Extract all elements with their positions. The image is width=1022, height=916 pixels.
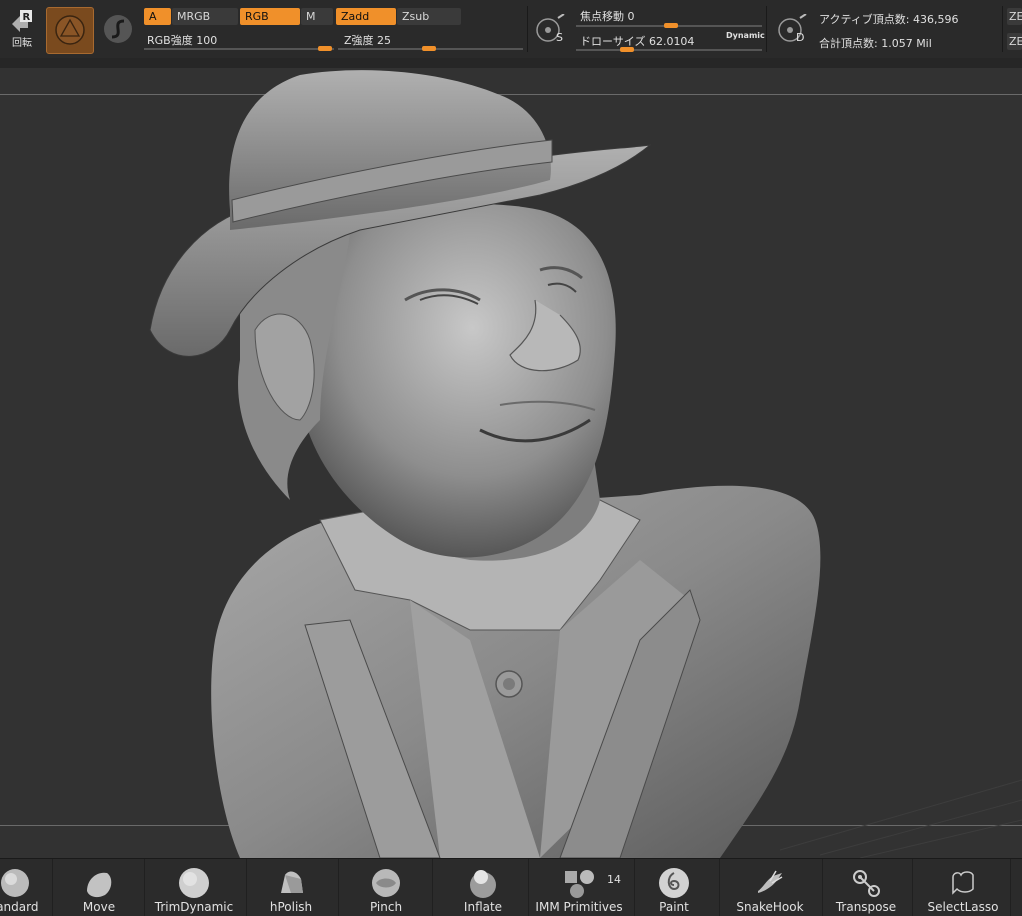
tool-label: Paint bbox=[659, 900, 689, 914]
draw-size-slider[interactable]: ドローサイズ 62.0104 Dynamic bbox=[576, 31, 765, 53]
dynamic-toggle[interactable]: Dynamic bbox=[726, 31, 765, 40]
selectlasso-icon bbox=[952, 871, 974, 895]
z-intensity-knob[interactable] bbox=[422, 46, 436, 51]
tool-transpose[interactable]: Transpose bbox=[828, 859, 904, 916]
transpose-icon bbox=[853, 870, 880, 897]
stroke-type-button[interactable] bbox=[100, 11, 136, 47]
tool-label: IMM Primitives bbox=[535, 900, 623, 914]
standard-brush-icon bbox=[1, 869, 29, 897]
stroke-icon bbox=[104, 15, 132, 43]
tool-label: SnakeHook bbox=[736, 900, 804, 914]
move-brush-icon bbox=[87, 872, 112, 898]
focal-shift-slider[interactable]: 焦点移動 0 bbox=[576, 7, 762, 29]
imm-count-badge: 14 bbox=[607, 873, 621, 886]
snakehook-brush-icon bbox=[758, 870, 783, 893]
rgb-intensity-track bbox=[144, 48, 334, 50]
focal-shift-knob[interactable] bbox=[664, 23, 678, 28]
mrgb-toggle[interactable]: MRGB bbox=[172, 8, 238, 25]
tool-label: SelectLasso bbox=[927, 900, 999, 914]
brush-preview-icon bbox=[55, 15, 85, 45]
m-toggle[interactable]: M bbox=[301, 8, 333, 25]
a-toggle[interactable]: A bbox=[144, 8, 171, 25]
divider bbox=[766, 6, 767, 52]
divider bbox=[527, 6, 528, 52]
tool-standard[interactable]: tandard bbox=[0, 859, 50, 916]
zadd-toggle[interactable]: Zadd bbox=[336, 8, 396, 25]
s-key-label: S bbox=[556, 31, 563, 44]
trimdynamic-brush-icon bbox=[179, 868, 209, 898]
canvas-viewport[interactable] bbox=[0, 68, 1022, 858]
tool-label: tandard bbox=[0, 900, 39, 914]
lightbox-s-button[interactable]: S bbox=[532, 13, 568, 46]
lightbox-d-button[interactable]: D bbox=[774, 13, 810, 46]
focal-shift-label: 焦点移動 0 bbox=[580, 10, 635, 23]
toolbar-shelf bbox=[0, 58, 1022, 68]
rgb-toggle[interactable]: RGB bbox=[240, 8, 300, 25]
rotate-icon: R bbox=[12, 10, 32, 32]
tool-selectlasso[interactable]: SelectLasso bbox=[920, 859, 1006, 916]
ze-button-1[interactable]: ZE bbox=[1007, 8, 1022, 25]
pinch-brush-icon bbox=[372, 869, 400, 897]
svg-text:R: R bbox=[23, 12, 31, 23]
ze-button-2[interactable]: ZE bbox=[1007, 33, 1022, 50]
tool-inflate[interactable]: Inflate bbox=[447, 859, 519, 916]
paint-brush-icon bbox=[659, 868, 689, 898]
sculpt-bust-model[interactable] bbox=[0, 68, 1022, 858]
imm-primitives-icon bbox=[565, 870, 594, 898]
tool-label: hPolish bbox=[269, 900, 313, 914]
tool-hpolish[interactable]: hPolish bbox=[255, 859, 327, 916]
total-points-readout: 合計頂点数: 1.057 Mil bbox=[819, 37, 932, 50]
tool-paint[interactable]: Paint bbox=[638, 859, 710, 916]
divider bbox=[1002, 6, 1003, 52]
top-toolbar: R 回転 A MRGB RGB M Zadd Zsub RGB強度 100 Z強… bbox=[0, 0, 1022, 68]
draw-size-track bbox=[576, 49, 762, 51]
tool-trimdynamic[interactable]: TrimDynamic bbox=[150, 859, 238, 916]
tool-label: Pinch bbox=[369, 900, 403, 914]
tool-label: TrimDynamic bbox=[154, 900, 234, 914]
rgb-intensity-slider[interactable]: RGB強度 100 bbox=[144, 30, 334, 52]
draw-size-knob[interactable] bbox=[620, 47, 634, 52]
tool-move[interactable]: Move bbox=[63, 859, 135, 916]
brush-shelf: tandard Move TrimDynamic hPolish Pinch I… bbox=[0, 858, 1022, 916]
rgb-intensity-label: RGB強度 100 bbox=[147, 34, 218, 47]
rotate-button[interactable]: R 回転 bbox=[6, 8, 38, 49]
active-brush-thumbnail[interactable] bbox=[46, 7, 94, 54]
tool-label: Transpose bbox=[835, 900, 897, 914]
tool-label: Move bbox=[82, 900, 116, 914]
d-key-label: D bbox=[796, 31, 805, 44]
zsub-toggle[interactable]: Zsub bbox=[397, 8, 461, 25]
tool-pinch[interactable]: Pinch bbox=[350, 859, 422, 916]
rotate-label: 回転 bbox=[12, 38, 32, 49]
d-dial-icon bbox=[778, 13, 807, 42]
z-intensity-label: Z強度 25 bbox=[344, 34, 392, 47]
hpolish-brush-icon bbox=[281, 871, 303, 893]
z-intensity-slider[interactable]: Z強度 25 bbox=[338, 30, 523, 52]
tool-snakehook[interactable]: SnakeHook bbox=[726, 859, 814, 916]
inflate-brush-icon bbox=[470, 870, 496, 898]
draw-size-label: ドローサイズ 62.0104 bbox=[580, 35, 695, 48]
rgb-intensity-knob[interactable] bbox=[318, 46, 332, 51]
tool-imm-primitives[interactable]: 14 IMM Primitives bbox=[533, 859, 625, 916]
active-points-readout: アクティブ頂点数: 436,596 bbox=[819, 13, 959, 26]
tool-label: Inflate bbox=[463, 900, 503, 914]
